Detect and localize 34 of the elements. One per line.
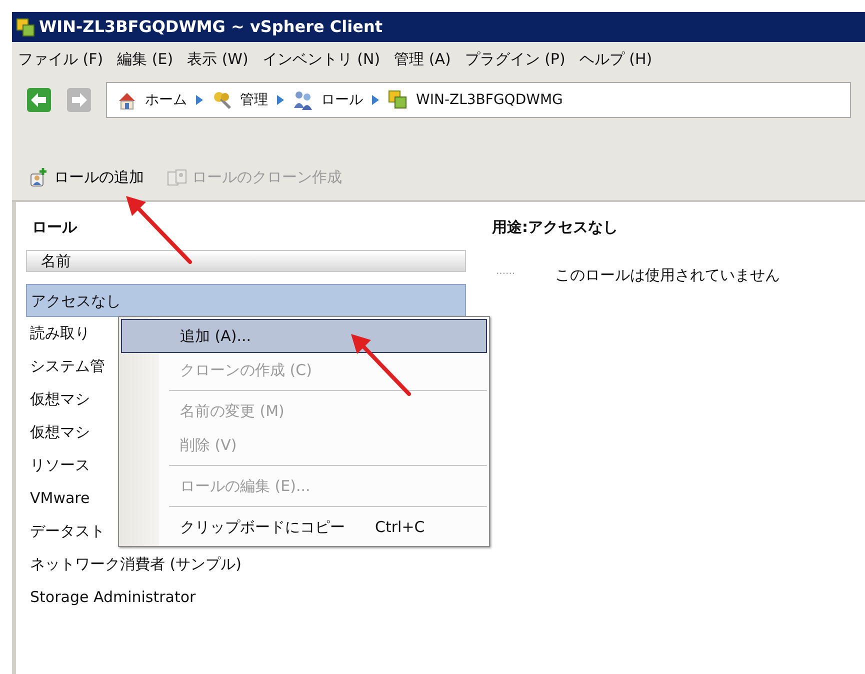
breadcrumb-link[interactable]: WIN-ZL3BFGQDWMG [416, 90, 563, 110]
column-header[interactable]: 名前 [26, 250, 466, 272]
breadcrumb-arrow-icon [276, 94, 285, 106]
breadcrumb-link[interactable]: ホーム [145, 90, 187, 110]
usage-text: このロールは使用されていません [555, 265, 780, 286]
shortcut-text: Ctrl+C [375, 516, 425, 538]
menu-item[interactable]: ファイル (F) [18, 48, 104, 70]
breadcrumb-link[interactable]: ロール [321, 90, 363, 110]
logo-icon [16, 18, 35, 38]
breadcrumb-arrow-icon [195, 94, 204, 106]
menu-item[interactable]: 表示 (W) [187, 48, 248, 70]
menu-item[interactable]: ヘルプ (H) [579, 48, 652, 70]
logo-icon [388, 90, 408, 110]
home-icon [117, 90, 137, 110]
breadcrumb-link[interactable]: 管理 [240, 90, 268, 110]
back-button[interactable] [26, 87, 52, 113]
window-title: WIN-ZL3BFGQDWMG ~ vSphere Client [39, 16, 383, 38]
panel-heading: ロール [32, 217, 78, 238]
menu-item[interactable]: クリップボードにコピー Ctrl+C [121, 510, 487, 544]
menu-item[interactable]: 追加 (A)... [121, 319, 487, 353]
add-role-button[interactable]: ロールの追加 [26, 164, 146, 190]
keys-icon [212, 90, 232, 110]
tree-marker: ...... [496, 265, 516, 279]
people-icon [293, 90, 313, 110]
menu-item[interactable]: 編集 (E) [117, 48, 174, 70]
role-item[interactable]: ネットワーク消費者 (サンプル) [26, 548, 466, 581]
menu-item[interactable]: インベントリ (N) [262, 48, 380, 70]
panel-heading: 用途:アクセスなし [492, 217, 619, 238]
menu-item[interactable]: 管理 (A) [394, 48, 451, 70]
role-item[interactable]: Storage Administrator [26, 581, 466, 614]
menu-item[interactable]: プラグイン (P) [464, 48, 566, 70]
breadcrumb-arrow-icon [371, 94, 380, 106]
menu-label: クリップボードにコピー [180, 516, 345, 538]
role-item[interactable]: アクセスなし [26, 284, 466, 317]
